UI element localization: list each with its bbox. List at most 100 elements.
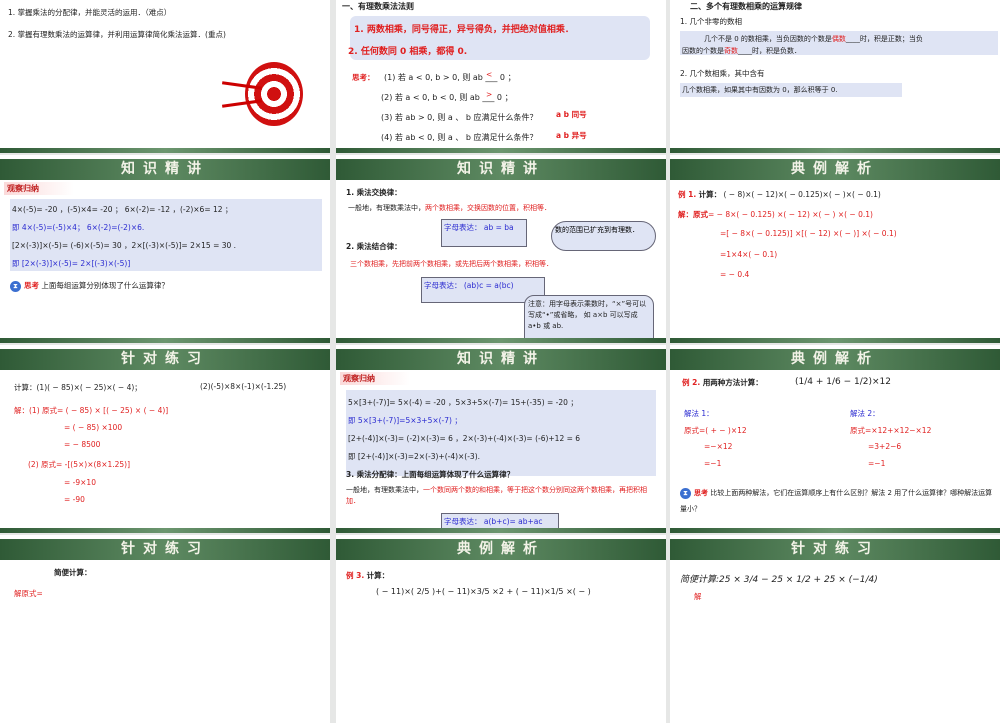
solution-2-line-1: (2) 原式= -[(5×)×(8×1.25)] [28, 460, 131, 469]
example-prompt: 例 1. 计算： ( − 8)×( − 12)×( − 0.125)×( − )… [678, 190, 881, 199]
slide-practice-1[interactable]: 针对练习 计算：(1)( − 85)×( − 25)×( − 4)； (2)(-… [0, 345, 330, 533]
example-expression: ( − 11)×( 2/5 )+( − 11)×3/5 ×2 + ( − 11)… [376, 587, 591, 596]
method-2-label: 解法 2： [850, 409, 880, 418]
question-1: (1) 若 a < 0, b > 0, 则 ab ___ 0 ； [384, 73, 516, 82]
solution-line-1: 解：原式= − 8×( − 0.125) ×( − 12) ×( − ) ×( … [678, 210, 873, 219]
practice-prompt: 简便计算： [54, 568, 92, 577]
slide-title: 针对练习 [0, 539, 330, 560]
slide-observe-commutative[interactable]: 知识精讲 观察归纳 4×(-5)= -20 ，(-5)×4= -20 ； 6×(… [0, 155, 330, 343]
solution-1-line-2: = ( − 85) ×100 [64, 423, 123, 432]
law-distributive-text: 一般地，有理数乘法中，一个数同两个数的和相乘，等于把这个数分别同这两个数相乘，再… [346, 486, 647, 505]
question-3: (3) 若 ab > 0, 则 a 、 b 应满足什么条件？ [381, 113, 538, 122]
answer-3: a b 同号 [556, 110, 587, 119]
slide-title: 典例解析 [670, 349, 1000, 370]
solution-label: 解 [694, 592, 702, 601]
slide-laws[interactable]: 知识精讲 1. 乘法交换律： 一般地，有理数乘法中，两个数相乘，交换因数的位置，… [336, 155, 666, 343]
slide-title: 知识精讲 [336, 159, 666, 180]
law-associative-text: 三个数相乘，先把前两个数相乘，或先把后两个数相乘，积相等． [350, 260, 553, 268]
goal-1: 1. 掌握乘法的分配律，并能灵活的运用．（难点） [8, 8, 172, 17]
slide-title: 典例解析 [670, 159, 1000, 180]
subheading-2: 2. 几个数相乘，其中含有 [680, 69, 765, 78]
slide-example-1[interactable]: 典例解析 例 1. 计算： ( − 8)×( − 12)×( − 0.125)×… [670, 155, 1000, 343]
think-label: 思考： [352, 73, 375, 82]
example-prompt: 例 3. 计算： [346, 571, 390, 580]
answer-1: < [486, 70, 493, 79]
question-4: (4) 若 ab < 0, 则 a 、 b 应满足什么条件？ [381, 133, 538, 142]
slide-footer-bar [336, 528, 666, 533]
cloud-note: 数的范围已扩充到有理数． [551, 221, 656, 251]
tag-observe: 观察归纳 [340, 372, 410, 385]
answer-2: > [486, 90, 493, 99]
solution-2-line-3: = -90 [64, 495, 85, 504]
rule-text: 几个不是 0 的数相乘，当负因数的个数是偶数____时，积是正数；当负 [704, 35, 923, 43]
answer-4: a b 异号 [556, 131, 587, 140]
solution-1-line-1: 解：(1) 原式= ( − 85) × [( − 25) × ( − 4)] [14, 406, 169, 415]
formula-commutative: 字母表达： ab = ba [441, 219, 527, 247]
example-line-2: 即 5×[3+(-7)]=5×3+5×(-7) ； [348, 416, 462, 425]
solution-1-line-3: = − 8500 [64, 440, 101, 449]
slide-practice-3[interactable]: 针对练习 简便计算:25 × 3/4 − 25 × 1/2 + 25 × (−1… [670, 535, 1000, 723]
law-commutative: 1. 乘法交换律： [346, 188, 402, 197]
slide-title: 典例解析 [336, 539, 666, 560]
slide-example-2[interactable]: 典例解析 例 2. 用两种方法计算： (1/4 + 1/6 − 1/2)×12 … [670, 345, 1000, 533]
law-associative: 2. 乘法结合律： [346, 242, 402, 251]
slide-title: 针对练习 [0, 349, 330, 370]
tag-observe: 观察归纳 [4, 182, 74, 195]
example-line-1: 5×[3+(-7)]= 5×(-4) = -20 ，5×3+5×(-7)= 15… [348, 398, 578, 407]
practice-question-1: 计算：(1)( − 85)×( − 25)×( − 4)； [14, 383, 142, 392]
question-2: (2) 若 a < 0, b < 0, 则 ab ___ 0 ； [381, 93, 513, 102]
solution-line-4: = − 0.4 [720, 270, 750, 279]
method-1-label: 解法 1： [684, 409, 714, 418]
slide-title: 针对练习 [670, 539, 1000, 560]
solution-label: 解原式= [14, 589, 43, 598]
method-2-step-1: 原式=×12+×12−×12 [850, 426, 932, 435]
slide-footer-bar [670, 528, 1000, 533]
practice-prompt: 简便计算:25 × 3/4 − 25 × 1/2 + 25 × (−1/4) [680, 575, 878, 585]
think-row: ⧗ 思考 上面每组运算分别体现了什么运算律？ [10, 280, 169, 292]
example-prompt: 例 2. 用两种方法计算： [682, 378, 763, 387]
goal-2: 2. 掌握有理数乘法的运算律，并利用运算律简化乘法运算．(重点) [8, 30, 226, 39]
method-1-step-2: =−×12 [704, 442, 733, 451]
think-row: ⧗ 思考 比较上面两种解法，它们在运算顺序上有什么区别？解法 2 用了什么运算律？… [680, 487, 993, 513]
slide-footer-bar [336, 148, 666, 153]
slide-footer-bar [670, 148, 1000, 153]
example-line-4: 即 [2×(-3)]×(-5)= 2×[(-3)×(-5)] [12, 259, 131, 268]
slide-multiplication-rules[interactable]: 一、有理数乘法法则 1. 两数相乘，同号得正，异号得负，并把绝对值相乘． 2. … [336, 0, 666, 153]
slide-learning-goals[interactable]: 1. 掌握乘法的分配律，并能灵活的运用．（难点） 2. 掌握有理数乘法的运算律，… [0, 0, 330, 153]
rule-1: 1. 两数相乘，同号得正，异号得负，并把绝对值相乘． [354, 25, 574, 35]
law-commutative-text: 一般地，有理数乘法中，两个数相乘，交换因数的位置，积相等． [348, 204, 551, 212]
hourglass-icon: ⧗ [10, 280, 21, 292]
example-line-3: [2×(-3)]×(-5)= (-6)×(-5)= 30 ，2×[(-3)×(-… [12, 241, 237, 250]
slide-observe-distributive[interactable]: 知识精讲 观察归纳 5×[3+(-7)]= 5×(-4) = -20 ，5×3+… [336, 345, 666, 533]
heading: 一、有理数乘法法则 [342, 2, 414, 11]
example-line-2: 即 4×(-5)=(-5)×4； 6×(-2)=(-2)×6. [12, 223, 145, 232]
law-distributive: 3. 乘法分配律：上面每组运算体现了什么运算律？ [346, 470, 515, 479]
slide-multi-factor-rules[interactable]: 二、多个有理数相乘的运算规律 1. 几个非零的数相 几个不是 0 的数相乘，当负… [670, 0, 1000, 153]
solution-2-line-2: = -9×10 [64, 478, 96, 487]
hourglass-icon: ⧗ [680, 487, 691, 499]
slide-title: 知识精讲 [0, 159, 330, 180]
slide-footer-bar [0, 148, 330, 153]
method-2-step-3: =−1 [868, 459, 886, 468]
slide-title: 知识精讲 [336, 349, 666, 370]
note-bubble: 注意：用字母表示乘数时，“×”号可以写成“•”或省略， 如 a×b 可以写成 a… [524, 295, 654, 343]
solution-line-3: =1×4×( − 0.1) [720, 250, 778, 259]
target-icon [245, 62, 303, 126]
subheading-1: 1. 几个非零的数相 [680, 17, 743, 26]
slide-practice-2[interactable]: 针对练习 简便计算： 解原式= [0, 535, 330, 723]
example-expression: (1/4 + 1/6 − 1/2)×12 [795, 377, 891, 387]
example-line-4: 即 [2+(-4)]×(-3)=2×(-3)+(-4)×(-3). [348, 452, 481, 461]
rule-zero: 几个数相乘，如果其中有因数为 0，那么积等于 0. [682, 86, 838, 94]
rule-2: 2. 任何数同 0 相乘，都得 0. [348, 47, 468, 57]
method-1-step-1: 原式=( + − )×12 [684, 426, 747, 435]
rule-text-2: 因数的个数是奇数____时，积是负数． [682, 47, 801, 55]
heading: 二、多个有理数相乘的运算规律 [690, 2, 802, 11]
slide-footer-bar [670, 338, 1000, 343]
method-1-step-3: =−1 [704, 459, 722, 468]
slide-footer-bar [0, 338, 330, 343]
method-2-step-2: =3+2−6 [868, 442, 902, 451]
slide-example-3[interactable]: 典例解析 例 3. 计算： ( − 11)×( 2/5 )+( − 11)×3/… [336, 535, 666, 723]
practice-question-2: (2)(-5)×8×(-1)×(-1.25) [200, 382, 287, 391]
example-line-1: 4×(-5)= -20 ，(-5)×4= -20 ； 6×(-2)= -12 ，… [12, 205, 233, 214]
slide-footer-bar [0, 528, 330, 533]
